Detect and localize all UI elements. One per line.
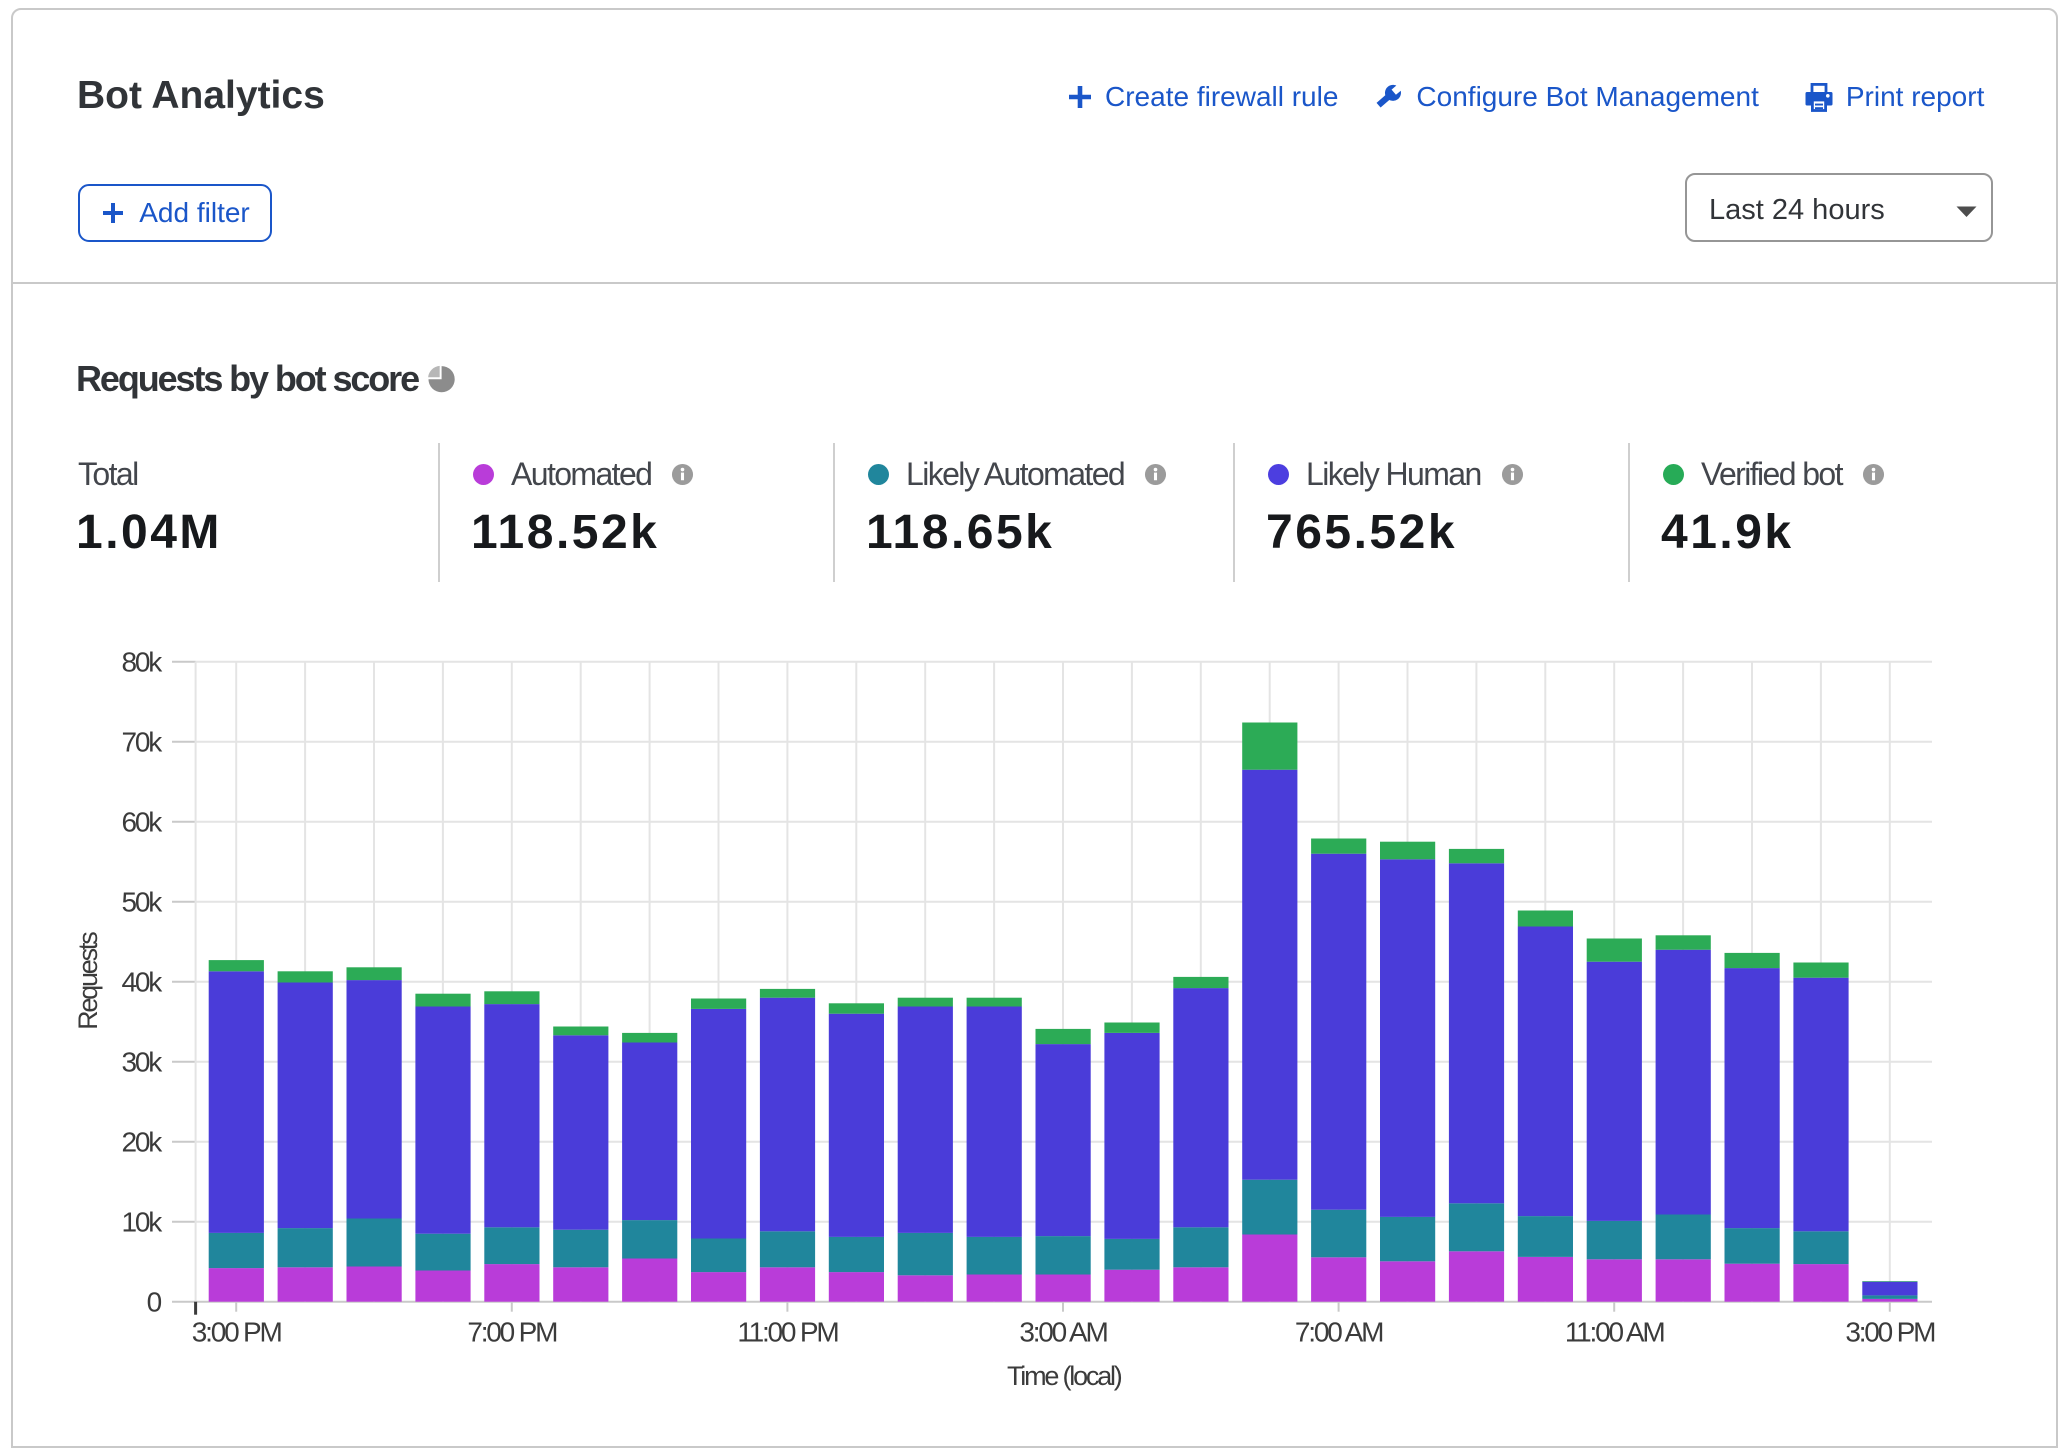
svg-text:70k: 70k xyxy=(121,727,163,758)
svg-text:20k: 20k xyxy=(121,1127,163,1158)
svg-text:0: 0 xyxy=(147,1287,162,1318)
svg-text:11:00 PM: 11:00 PM xyxy=(737,1317,838,1348)
svg-text:Requests: Requests xyxy=(73,932,103,1030)
svg-text:3:00 PM: 3:00 PM xyxy=(1845,1317,1935,1348)
svg-text:7:00 AM: 7:00 AM xyxy=(1295,1317,1383,1348)
svg-text:40k: 40k xyxy=(121,967,163,998)
svg-text:11:00 AM: 11:00 AM xyxy=(1565,1317,1665,1348)
svg-text:10k: 10k xyxy=(121,1207,163,1238)
svg-text:7:00 PM: 7:00 PM xyxy=(467,1317,557,1348)
svg-text:3:00 PM: 3:00 PM xyxy=(192,1317,282,1348)
svg-text:30k: 30k xyxy=(121,1047,163,1078)
svg-text:60k: 60k xyxy=(121,807,163,838)
svg-text:80k: 80k xyxy=(121,647,163,678)
svg-text:50k: 50k xyxy=(121,887,163,918)
svg-text:Time (local): Time (local) xyxy=(1007,1361,1122,1391)
svg-text:3:00 AM: 3:00 AM xyxy=(1019,1317,1107,1348)
